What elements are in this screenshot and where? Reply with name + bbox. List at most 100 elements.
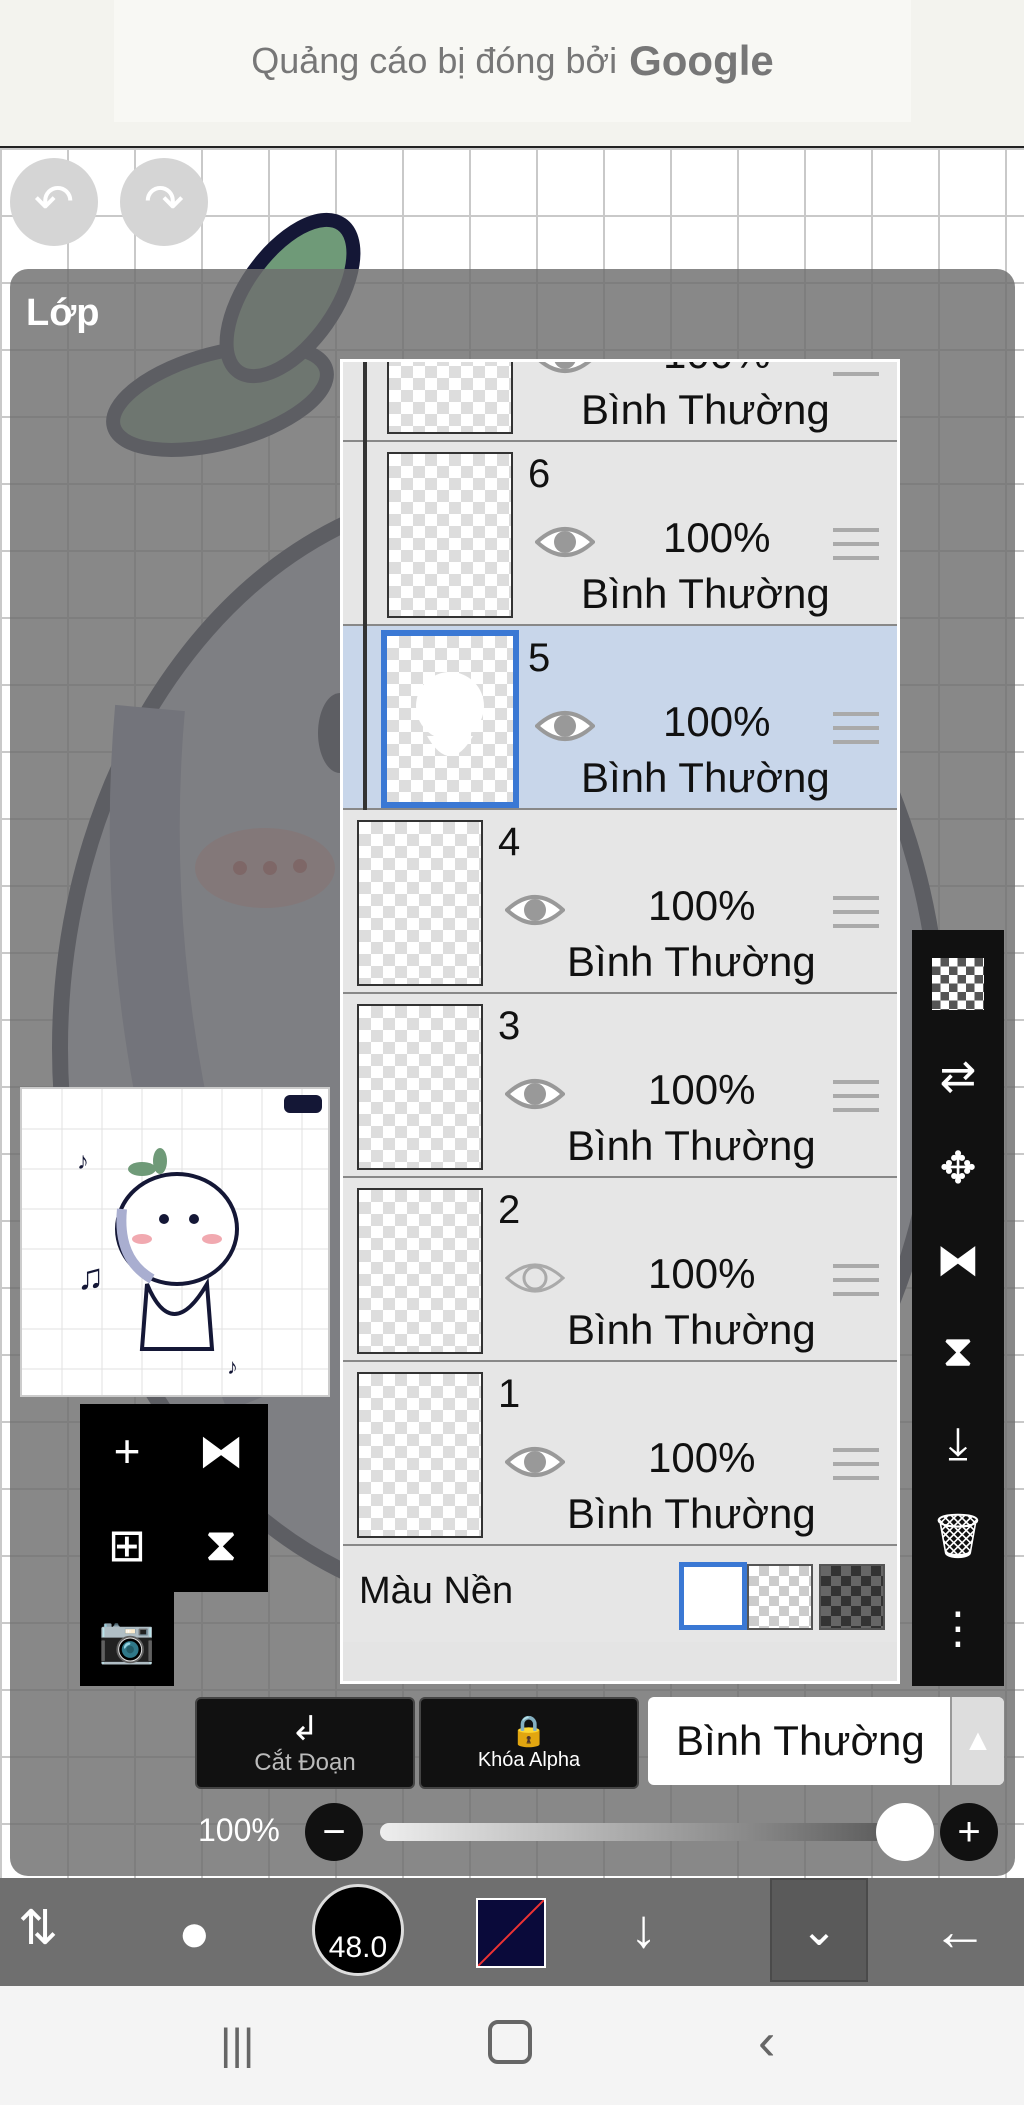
- redo-icon: ↷: [143, 176, 185, 229]
- layer-thumbnail[interactable]: [387, 452, 513, 618]
- color-swatch-diagonal: [478, 1900, 544, 1966]
- thumbnail-shape: [416, 672, 484, 756]
- delete-layer-button[interactable]: 🗑: [912, 1496, 1004, 1576]
- more-vertical-icon: ⋮: [936, 1603, 980, 1653]
- layer-row-selected[interactable]: 5 100% Bình Thường: [343, 626, 897, 810]
- layer-blend-mode: Bình Thường: [581, 570, 830, 617]
- flip-vertical-button[interactable]: ⧗: [912, 1312, 1004, 1392]
- eye-icon[interactable]: [535, 359, 595, 380]
- panel-title: Lớp: [26, 292, 100, 334]
- fill-button[interactable]: ●: [178, 1902, 234, 1966]
- collapse-panel-button[interactable]: ⌄: [770, 1878, 868, 1982]
- drag-handle-icon[interactable]: [833, 362, 879, 384]
- layer-row[interactable]: 4 100% Bình Thường: [343, 810, 897, 994]
- blend-mode-select[interactable]: Bình Thường ▲: [648, 1697, 1004, 1785]
- layer-thumbnail[interactable]: [357, 1188, 483, 1354]
- flip-vertical-icon: ⧗: [204, 1518, 238, 1570]
- home-button[interactable]: [488, 2020, 532, 2064]
- drag-handle-icon[interactable]: [833, 712, 879, 752]
- drag-handle-icon[interactable]: [833, 896, 879, 936]
- flip-vertical-canvas-button[interactable]: ⧗: [174, 1498, 268, 1592]
- back-button[interactable]: ←: [932, 1898, 1002, 1968]
- opacity-decrease-button[interactable]: −: [305, 1803, 363, 1861]
- bg-white-swatch[interactable]: [679, 1562, 747, 1630]
- lock-alpha-icon: 🔒: [510, 1715, 548, 1748]
- redo-button[interactable]: ↷: [120, 158, 208, 246]
- layer-list[interactable]: 100% Bình Thường 6 100% Bình Thường 5 10…: [340, 359, 900, 1684]
- color-swatch[interactable]: [476, 1898, 546, 1968]
- move-icon: ✥: [939, 1143, 977, 1193]
- opacity-increase-button[interactable]: +: [940, 1803, 998, 1861]
- drag-handle-icon[interactable]: [833, 1264, 879, 1304]
- merge-down-button[interactable]: ⤓: [912, 1404, 1004, 1484]
- layer-opacity: 100%: [663, 362, 770, 378]
- clipping-button[interactable]: ↲ Cắt Đoạn: [195, 1697, 415, 1789]
- svg-text:♪: ♪: [227, 1354, 238, 1379]
- layer-name: 3: [498, 1004, 521, 1048]
- opacity-label: 100%: [198, 1812, 280, 1848]
- duplicate-layer-button[interactable]: ⊞: [80, 1498, 174, 1592]
- opacity-slider-handle[interactable]: [876, 1803, 934, 1861]
- duplicate-icon: ⊞: [107, 1519, 147, 1571]
- layer-row[interactable]: 6 100% Bình Thường: [343, 442, 897, 626]
- minus-icon: −: [322, 1809, 346, 1854]
- layer-blend-mode: Bình Thường: [567, 1122, 816, 1169]
- flip-canvas-button[interactable]: ⧓: [174, 1404, 268, 1498]
- clip-indicator: [363, 626, 367, 810]
- layer-row[interactable]: 3 100% Bình Thường: [343, 994, 897, 1178]
- eye-icon[interactable]: [505, 888, 565, 932]
- layer-thumbnail[interactable]: [357, 1372, 483, 1538]
- undo-button[interactable]: ↶: [10, 158, 98, 246]
- flip-horizontal-button[interactable]: ⧓: [912, 1220, 1004, 1300]
- double-chevron-down-icon: ⌄: [800, 1905, 838, 1955]
- bg-dark-swatch[interactable]: [819, 1564, 885, 1630]
- add-layer-button[interactable]: +: [80, 1404, 174, 1498]
- brush-size-button[interactable]: 48.0: [312, 1884, 404, 1976]
- ad-banner: Quảng cáo bị đóng bởi Google: [0, 0, 1024, 148]
- system-navigation-bar: ||| ‹: [0, 1986, 1024, 2105]
- layer-opacity: 100%: [648, 1250, 756, 1297]
- layer-row[interactable]: 2 100% Bình Thường: [343, 1178, 897, 1362]
- import-photo-button[interactable]: 📷: [80, 1592, 174, 1686]
- layer-opacity: 100%: [648, 1066, 756, 1113]
- eye-icon[interactable]: [535, 520, 595, 564]
- layer-swap-button[interactable]: ⇄: [912, 1036, 1004, 1116]
- opacity-slider[interactable]: [380, 1823, 910, 1841]
- layer-blend-mode: Bình Thường: [567, 1490, 816, 1537]
- eye-icon[interactable]: [535, 704, 595, 748]
- layer-opacity: 100%: [663, 514, 771, 561]
- recent-apps-button[interactable]: |||: [220, 2020, 254, 2070]
- layer-blend-mode: Bình Thường: [581, 754, 830, 801]
- drag-handle-icon[interactable]: [833, 1448, 879, 1488]
- transparency-button[interactable]: [912, 944, 1004, 1024]
- chevron-left-icon: ‹: [758, 2013, 776, 2071]
- eye-hidden-icon[interactable]: [505, 1256, 565, 1300]
- move-button[interactable]: ✥: [912, 1128, 1004, 1208]
- layer-thumbnail[interactable]: [381, 630, 519, 808]
- camera-icon: 📷: [98, 1612, 156, 1665]
- layer-name: 2: [498, 1188, 521, 1232]
- layer-row[interactable]: 1 100% Bình Thường: [343, 1362, 897, 1546]
- eye-icon[interactable]: [505, 1072, 565, 1116]
- layer-thumbnail[interactable]: [357, 820, 483, 986]
- clip-indicator: [363, 442, 367, 626]
- more-options-button[interactable]: ⋮: [912, 1588, 1004, 1668]
- drag-handle-icon[interactable]: [833, 1080, 879, 1120]
- back-nav-button[interactable]: ‹: [758, 2012, 775, 2072]
- bg-transparent-swatch[interactable]: [747, 1564, 813, 1630]
- layer-name: 5: [528, 636, 551, 680]
- layer-blend-mode: Bình Thường: [567, 1306, 816, 1353]
- layer-row[interactable]: 100% Bình Thường: [343, 359, 897, 442]
- brush-size-value: 48.0: [328, 1931, 388, 1964]
- alpha-lock-button[interactable]: 🔒 Khóa Alpha: [419, 1697, 639, 1789]
- arrow-down-icon: ↓: [630, 1899, 657, 1959]
- alpha-lock-label: Khóa Alpha: [477, 1749, 581, 1771]
- drag-handle-icon[interactable]: [833, 528, 879, 568]
- layer-down-button[interactable]: ↓: [630, 1898, 690, 1968]
- tool-switch-button[interactable]: ⇅: [18, 1900, 88, 1964]
- canvas-preview[interactable]: ♫ ♪ ♪: [20, 1087, 330, 1397]
- eye-icon[interactable]: [505, 1440, 565, 1484]
- layer-thumbnail[interactable]: [357, 1004, 483, 1170]
- checkerboard-icon: [932, 958, 984, 1010]
- layer-thumbnail[interactable]: [387, 362, 513, 434]
